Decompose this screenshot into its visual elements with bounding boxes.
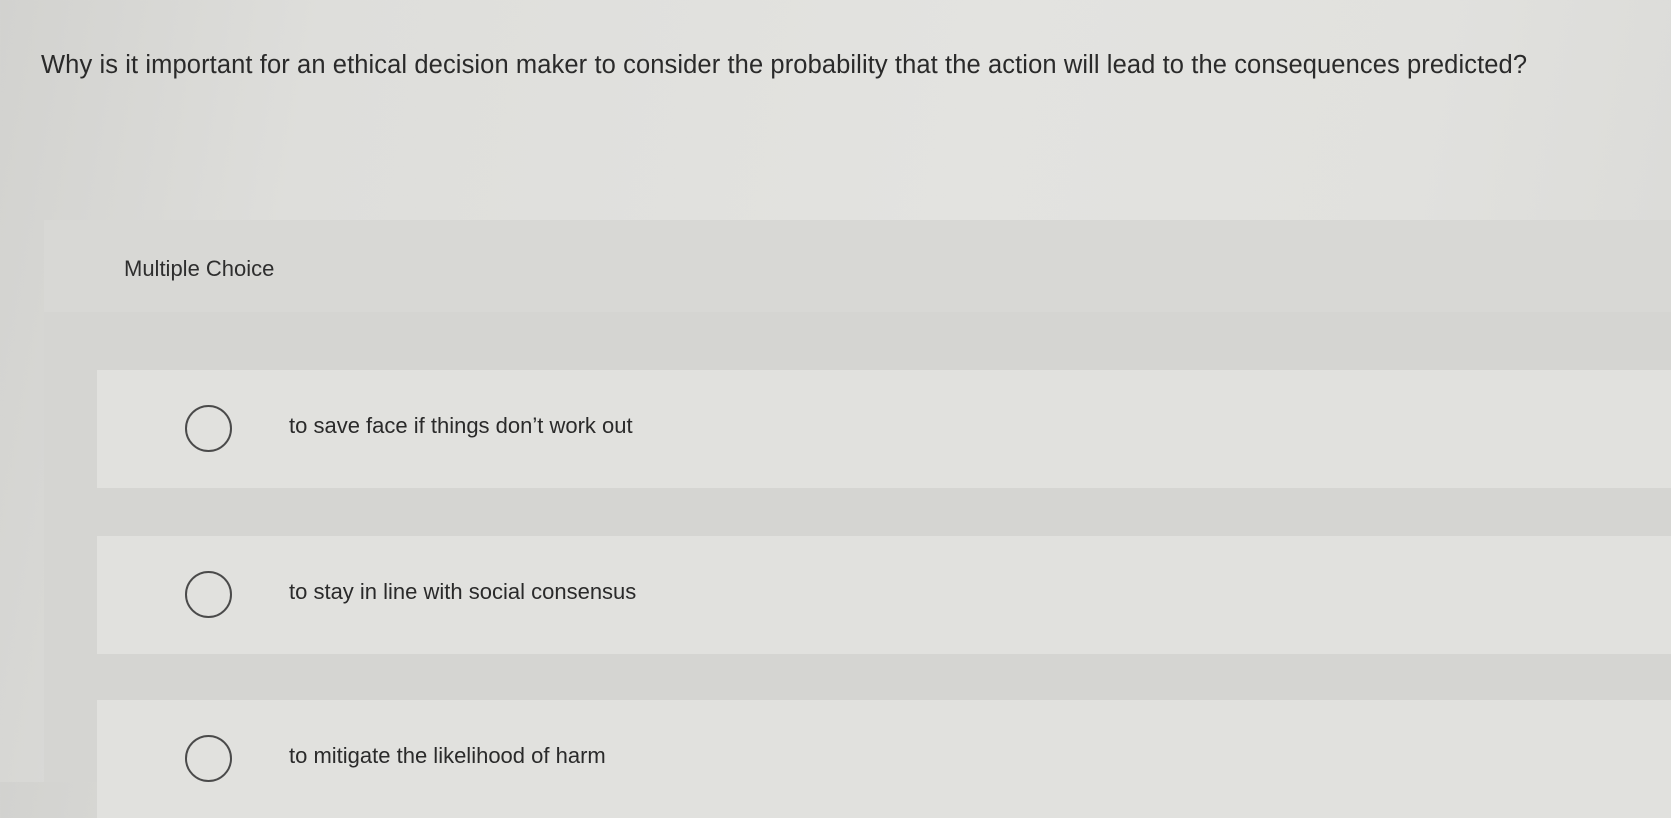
answer-option-label: to save face if things don’t work out <box>289 413 633 438</box>
panel-header: Multiple Choice <box>44 220 1671 312</box>
answer-option-label: to stay in line with social consensus <box>289 579 637 604</box>
multiple-choice-panel: Multiple Choice to save face if things d… <box>44 220 1671 818</box>
radio-button[interactable] <box>185 571 232 618</box>
question-text: Why is it important for an ethical decis… <box>41 51 1528 79</box>
answer-option-label: to mitigate the likelihood of harm <box>289 743 606 768</box>
question-type-label: Multiple Choice <box>124 256 275 281</box>
answer-option[interactable]: to mitigate the likelihood of harm <box>97 700 1671 818</box>
answer-option[interactable]: to save face if things don’t work out <box>97 370 1671 488</box>
answer-option[interactable]: to stay in line with social consensus <box>97 536 1671 654</box>
radio-button[interactable] <box>185 405 232 452</box>
radio-button[interactable] <box>185 735 232 782</box>
